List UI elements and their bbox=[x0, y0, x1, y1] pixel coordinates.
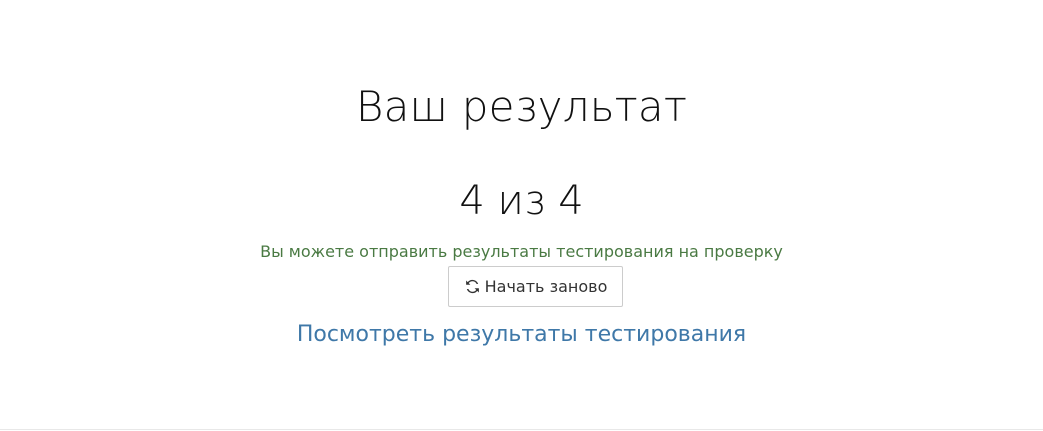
page-title: Ваш результат bbox=[355, 82, 688, 131]
result-page: Ваш результат 4 из 4 Вы можете отправить… bbox=[0, 0, 1043, 431]
restart-button[interactable]: Начать заново bbox=[448, 266, 623, 307]
bottom-divider bbox=[0, 429, 1043, 430]
view-results-link[interactable]: Посмотреть результаты тестирования bbox=[0, 322, 1043, 347]
refresh-icon bbox=[464, 278, 481, 295]
submit-hint: Вы можете отправить результаты тестирова… bbox=[260, 242, 783, 261]
score-value: 4 из 4 bbox=[459, 178, 584, 224]
restart-button-label: Начать заново bbox=[484, 277, 608, 296]
